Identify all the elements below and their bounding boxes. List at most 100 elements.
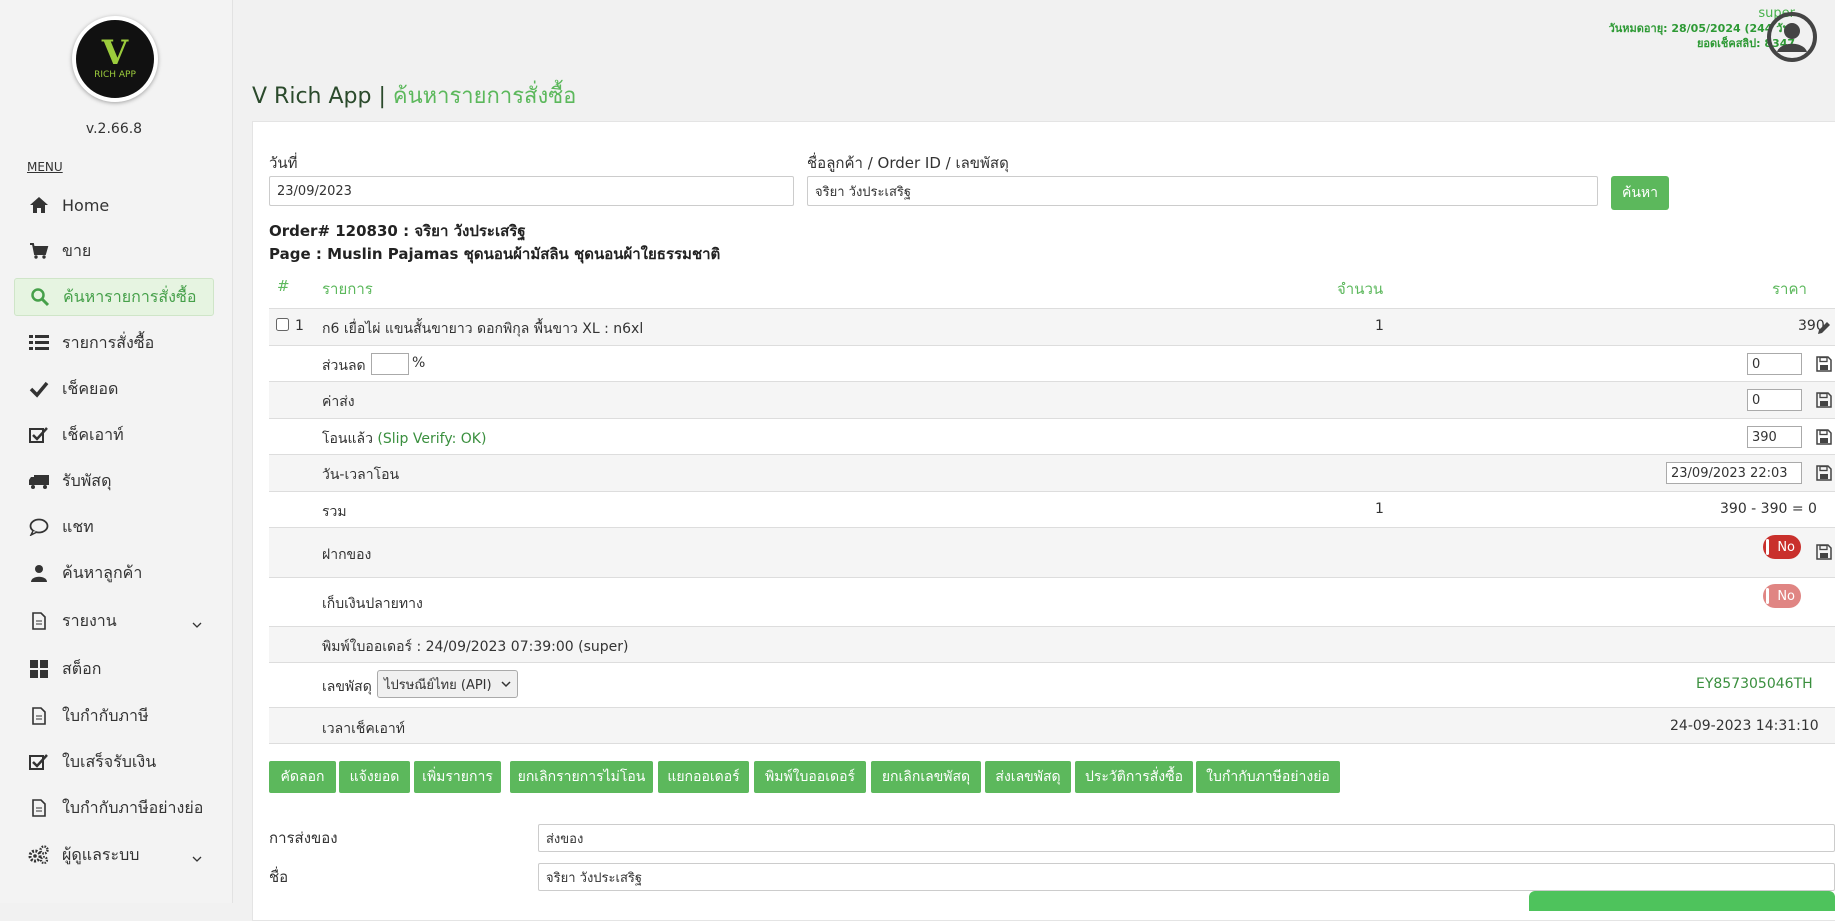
cod-toggle[interactable]: No: [1763, 584, 1801, 608]
name-input[interactable]: จริยา วังประเสริฐ: [538, 863, 1835, 891]
truck-icon: [28, 471, 50, 491]
short-tax-invoice-button[interactable]: ใบกำกับภาษีอย่างย่อ: [1196, 761, 1340, 793]
send-tracking-button[interactable]: ส่งเลขพัสดุ: [985, 761, 1071, 793]
shipping-fee-row: ค่าส่ง 0: [269, 381, 1835, 418]
item-quantity: 1: [1375, 318, 1384, 334]
menu-label: MENU: [27, 160, 63, 174]
sidebar-item-label: รายการสั่งซื้อ: [62, 332, 155, 352]
courier-select-value: ไปรษณีย์ไทย (API): [384, 677, 492, 693]
sidebar-item-search-orders[interactable]: ค้นหารายการสั่งซื้อ: [14, 278, 214, 316]
save-icon[interactable]: [1816, 392, 1832, 408]
list-icon: [28, 333, 50, 353]
home-icon: [28, 195, 50, 215]
sidebar-item-label: ค้นหาลูกค้า: [62, 562, 143, 582]
row-number: 1: [295, 318, 304, 334]
sidebar-item-sell[interactable]: ขาย: [14, 232, 214, 270]
sidebar-item-label: สต็อก: [62, 658, 102, 678]
sidebar-item-label: ใบกำกับภาษี: [62, 705, 149, 725]
check-square-icon: [28, 752, 50, 772]
total-amount: 390 - 390 = 0: [1720, 501, 1817, 517]
total-quantity: 1: [1375, 501, 1384, 517]
checkout-time-label: เวลาเช็คเอาท์: [322, 721, 406, 737]
file-icon: [28, 798, 50, 818]
order-page: Page : Muslin Pajamas ชุดนอนผ้ามัสลิน ชุ…: [269, 245, 721, 263]
sidebar-item-label: ขาย: [62, 240, 92, 260]
sidebar-item-label: เช็คยอด: [62, 378, 119, 398]
save-icon[interactable]: [1816, 429, 1832, 445]
sidebar-item-customers[interactable]: ค้นหาลูกค้า: [14, 554, 214, 592]
payment-time-input[interactable]: 23/09/2023 22:03: [1666, 462, 1802, 484]
discount-amount-input[interactable]: 0: [1747, 353, 1802, 375]
paid-amount-input[interactable]: 390: [1747, 426, 1802, 448]
paid-label-text: โอนแล้ว: [322, 431, 373, 447]
save-icon[interactable]: [1816, 356, 1832, 372]
app-version: v.2.66.8: [85, 121, 143, 137]
app-logo[interactable]: V RICH APP: [72, 16, 158, 102]
save-icon[interactable]: [1816, 544, 1832, 560]
checkout-time-value: 24-09-2023 14:31:10: [1670, 718, 1819, 734]
notify-payment-button[interactable]: แจ้งยอด: [339, 761, 410, 793]
logo-text: RICH APP: [94, 70, 136, 80]
check-icon: [28, 379, 50, 399]
total-row: รวม 1 390 - 390 = 0: [269, 491, 1835, 527]
sidebar-item-short-tax-invoice[interactable]: ใบกำกับภาษีอย่างย่อ: [14, 789, 214, 827]
sidebar-item-label: ค้นหารายการสั่งซื้อ: [63, 286, 197, 306]
deposit-row: ฝากของ No: [269, 527, 1835, 577]
sidebar-item-label: ผู้ดูแลระบบ: [62, 844, 140, 864]
sidebar-item-check-payment[interactable]: เช็คยอด: [14, 370, 214, 408]
printed-info: พิมพ์ใบออเดอร์ : 24/09/2023 07:39:00 (su…: [322, 639, 629, 655]
sidebar-item-home[interactable]: Home: [14, 186, 214, 224]
sidebar-item-label: เช็คเอาท์: [62, 424, 124, 444]
deposit-toggle[interactable]: No: [1763, 535, 1801, 559]
page-name: ค้นหารายการสั่งซื้อ: [392, 84, 577, 109]
cod-label: เก็บเงินปลายทาง: [322, 596, 423, 612]
edit-icon[interactable]: [1816, 320, 1832, 336]
chevron-down-icon: [192, 848, 202, 867]
col-quantity: จำนวน: [1337, 280, 1384, 298]
col-item: รายการ: [322, 280, 373, 298]
printed-row: พิมพ์ใบออเดอร์ : 24/09/2023 07:39:00 (su…: [269, 626, 1835, 662]
save-icon[interactable]: [1816, 465, 1832, 481]
item-name: ก6 เยื่อไผ่ แขนสั้นขายาว ดอกพิกุล พื้นขา…: [322, 321, 644, 337]
sidebar-item-receipt[interactable]: ใบเสร็จรับเงิน: [14, 743, 214, 781]
payment-time-row: วัน-เวลาโอน 23/09/2023 22:03: [269, 454, 1835, 491]
sidebar-item-orders[interactable]: รายการสั่งซื้อ: [14, 324, 214, 362]
search-button[interactable]: ค้นหา: [1611, 176, 1669, 210]
tracking-number[interactable]: EY857305046TH: [1696, 676, 1813, 692]
user-icon: [28, 563, 50, 583]
discount-percent-input[interactable]: [371, 353, 409, 375]
courier-select[interactable]: ไปรษณีย์ไทย (API): [377, 670, 518, 698]
sidebar-item-stock[interactable]: สต็อก: [14, 650, 214, 688]
order-history-button[interactable]: ประวัติการสั่งซื้อ: [1075, 761, 1193, 793]
discount-label: ส่วนลด: [322, 358, 366, 374]
copy-button[interactable]: คัดลอก: [269, 761, 336, 793]
avatar[interactable]: [1767, 12, 1817, 62]
cancel-unpaid-button[interactable]: ยกเลิกรายการไม่โอน: [510, 761, 653, 793]
print-order-button[interactable]: พิมพ์ใบออเดอร์: [754, 761, 866, 793]
file-icon: [28, 706, 50, 726]
sidebar-item-checkout[interactable]: เช็คเอาท์: [14, 416, 214, 454]
name-label: ชื่อ: [269, 868, 289, 886]
sidebar-item-chat[interactable]: แชท: [14, 508, 214, 546]
shipping-fee-input[interactable]: 0: [1747, 389, 1802, 411]
split-order-button[interactable]: แยกออเดอร์: [658, 761, 749, 793]
tracking-label: เลขพัสดุ: [322, 679, 372, 695]
app-name: V Rich App |: [252, 84, 393, 109]
date-input[interactable]: 23/09/2023: [269, 176, 794, 206]
sidebar-item-admin[interactable]: ผู้ดูแลระบบ: [14, 836, 214, 874]
deposit-label: ฝากของ: [322, 547, 372, 563]
messenger-widget[interactable]: [1529, 891, 1835, 911]
col-number: #: [277, 277, 290, 295]
payment-time-label: วัน-เวลาโอน: [322, 467, 400, 483]
shipping-label: ค่าส่ง: [322, 394, 355, 410]
delivery-input[interactable]: ส่งของ: [538, 824, 1835, 852]
cancel-tracking-button[interactable]: ยกเลิกเลขพัสดุ: [871, 761, 981, 793]
col-price: ราคา: [1772, 280, 1807, 298]
sidebar-item-receive-parcel[interactable]: รับพัสดุ: [14, 462, 214, 500]
row-checkbox[interactable]: [276, 318, 289, 335]
sidebar-item-tax-invoice[interactable]: ใบกำกับภาษี: [14, 697, 214, 735]
add-item-button[interactable]: เพิ่มรายการ: [414, 761, 501, 793]
checkout-time-row: เวลาเช็คเอาท์ 24-09-2023 14:31:10: [269, 707, 1835, 744]
sidebar-item-reports[interactable]: รายงาน: [14, 602, 214, 640]
search-input[interactable]: จริยา วังประเสริฐ: [807, 176, 1598, 206]
